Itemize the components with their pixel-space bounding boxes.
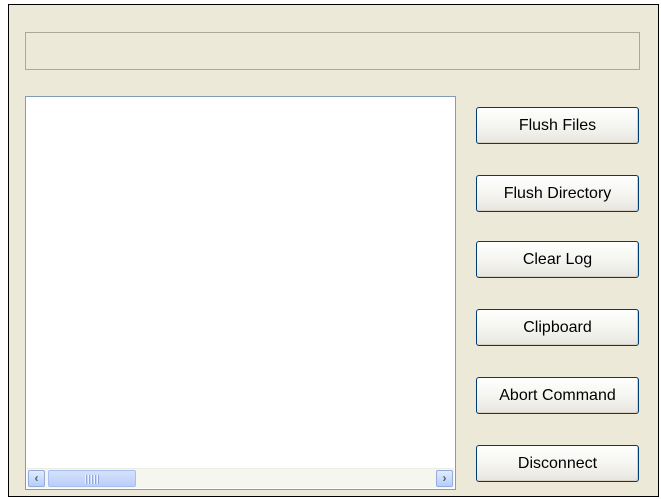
chevron-left-icon[interactable]: ‹	[28, 470, 45, 487]
clear-log-button[interactable]: Clear Log	[476, 241, 639, 278]
clipboard-button[interactable]: Clipboard	[476, 309, 639, 346]
abort-command-button[interactable]: Abort Command	[476, 377, 639, 414]
disconnect-button[interactable]: Disconnect	[476, 445, 639, 482]
scrollbar-thumb[interactable]	[48, 470, 136, 487]
status-field	[25, 32, 640, 70]
horizontal-scrollbar[interactable]: ‹ ›	[27, 468, 454, 488]
log-list[interactable]: ‹ ›	[25, 96, 456, 490]
dialog-window: ‹ › Flush Files Flush Directory Clear Lo…	[8, 4, 659, 497]
chevron-right-icon[interactable]: ›	[436, 470, 453, 487]
scroll-grip-icon	[85, 475, 99, 484]
flush-directory-button[interactable]: Flush Directory	[476, 175, 639, 212]
flush-files-button[interactable]: Flush Files	[476, 107, 639, 144]
